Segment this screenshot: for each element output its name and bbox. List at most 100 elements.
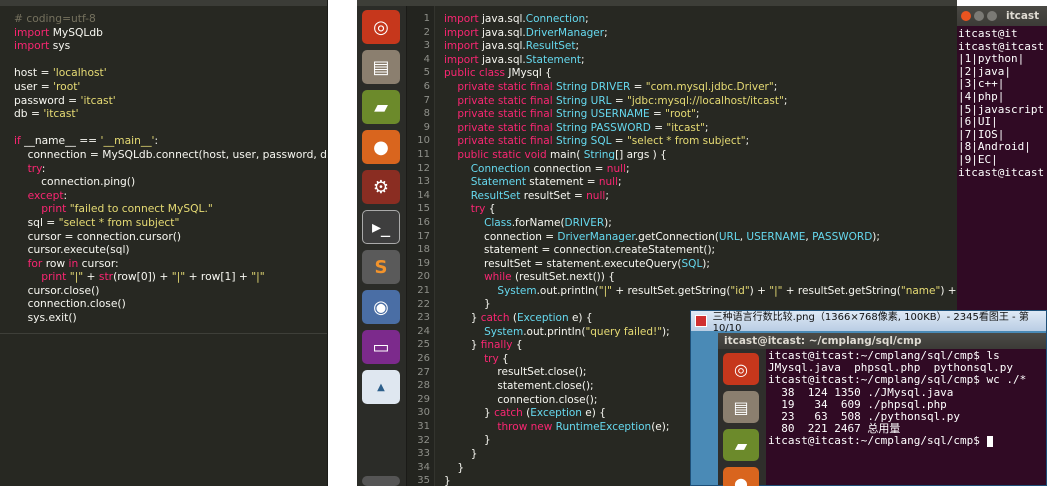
line-number: 15 xyxy=(417,203,430,215)
trash-icon[interactable] xyxy=(362,476,400,486)
chrome-icon[interactable]: ◉ xyxy=(362,290,400,324)
line-number: 10 xyxy=(417,135,430,147)
ubuntu-icon[interactable]: ◎ xyxy=(362,10,400,44)
line-number: 26 xyxy=(417,353,430,364)
code-line: cursor.close() xyxy=(14,283,100,297)
maximize-icon[interactable] xyxy=(987,11,997,21)
settings-icon[interactable]: ⚙ xyxy=(362,170,400,204)
firefox-icon[interactable]: ● xyxy=(362,130,400,164)
line-number: 1 xyxy=(423,13,430,24)
code-line: while (resultSet.next()) { xyxy=(484,271,615,284)
line-number: 11 xyxy=(417,149,430,160)
window-title-strip xyxy=(357,0,957,6)
code-line: if __name__ == '__main__': xyxy=(14,134,159,148)
code-line: private static final String PASSWORD = "… xyxy=(457,121,709,134)
code-line: cursor = connection.cursor() xyxy=(14,229,182,243)
line-number: 7 xyxy=(423,94,430,106)
line-number: 25 xyxy=(417,339,430,351)
line-number: 6 xyxy=(423,81,430,92)
firefox-icon: ● xyxy=(723,467,759,486)
viewer-title: 三种语言行数比较.png（1366×768像素, 100KB）- 2345看图王… xyxy=(712,312,1029,334)
line-number: 21 xyxy=(417,285,430,296)
viewer-titlebar: 三种语言行数比较.png（1366×768像素, 100KB）- 2345看图王… xyxy=(691,311,1046,334)
sublime-icon[interactable]: S xyxy=(362,250,400,284)
line-number: 3 xyxy=(423,40,430,52)
code-line: private static final String DRIVER = "co… xyxy=(457,80,778,93)
code-line: user = 'root' xyxy=(14,79,81,93)
code-line: sys.exit() xyxy=(14,311,77,325)
mysql-workbench-icon[interactable]: ▲ xyxy=(362,370,400,404)
code-line: db = 'itcast' xyxy=(14,107,79,121)
line-number: 13 xyxy=(417,176,430,188)
terminal-line: |6|UI| xyxy=(958,115,998,129)
code-line: statement = connection.createStatement()… xyxy=(444,244,716,257)
terminal-icon[interactable]: ▸_ xyxy=(362,210,400,244)
code-line: print "failed to connect MySQL." xyxy=(41,202,213,216)
code-line: resultSet = statement.executeQuery(SQL); xyxy=(444,257,710,270)
terminal-line: itcast@itcast xyxy=(958,165,1045,179)
line-number: 2 xyxy=(423,26,430,38)
line-number: 31 xyxy=(417,421,430,432)
line-number: 27 xyxy=(417,366,430,378)
python-code[interactable]: # coding=utf-8 import MySQLdb import sys h… xyxy=(14,12,338,325)
line-number: 5 xyxy=(423,67,430,79)
editor-tab-strip xyxy=(0,0,327,6)
ubuntu-launcher: ◎ ▤ ▰ ● ⚙ ▸_ S ◉ ▭ ▲ xyxy=(357,6,407,486)
code-line: try { xyxy=(470,203,496,216)
code-line: Statement statement = null; xyxy=(470,176,622,189)
code-line: connection = DriverManager.getConnection… xyxy=(444,230,880,243)
embedded-terminal-output: itcast@itcast:~/cmplang/sql/cmp$ ls JMysq… xyxy=(766,349,1046,485)
code-line: password = 'itcast' xyxy=(14,93,116,107)
code-line: for row in cursor: xyxy=(27,256,119,270)
terminal-line: |9|EC| xyxy=(958,152,998,166)
line-number: 24 xyxy=(417,325,430,337)
terminal-line: |1|python| xyxy=(958,52,1025,66)
image-viewer-window[interactable]: 三种语言行数比较.png（1366×768像素, 100KB）- 2345看图王… xyxy=(690,310,1047,486)
line-number: 14 xyxy=(417,189,430,201)
gap xyxy=(328,0,357,486)
line-number: 35 xyxy=(417,475,430,486)
line-number-gutter: 1 2 3 4 5 6 7 8 9 10 11 12 13 14 15 16 17 18 19 20 21 22 23 24 2… xyxy=(407,6,435,486)
code-line: connection.close() xyxy=(14,297,126,311)
minimize-icon[interactable] xyxy=(974,11,984,21)
book-icon: ▰ xyxy=(723,429,759,461)
line-number: 8 xyxy=(423,108,430,120)
line-number: 16 xyxy=(417,217,430,228)
code-line: public class JMysql { xyxy=(444,67,552,80)
python-editor[interactable]: # coding=utf-8 import MySQLdb import sys h… xyxy=(0,0,338,486)
files-icon[interactable]: ▤ xyxy=(362,50,400,84)
code-line: private static final String URL = "jdbc:… xyxy=(457,94,788,107)
code-line: Class.forName(DRIVER); xyxy=(484,216,612,229)
line-number: 23 xyxy=(417,312,430,324)
terminal-output[interactable]: itcast@it itcast@itcast |1|python| |2|java|… xyxy=(957,26,1047,179)
terminal-line: itcast@itcast:~/cmplang/sql/cmp$ wc ./* xyxy=(768,373,1027,387)
code-line: except: xyxy=(27,188,68,202)
terminal-line: 38 124 1350 ./JMysql.java xyxy=(768,385,954,399)
embedded-terminal-title: itcast@itcast: ~/cmplang/sql/cmp xyxy=(718,333,1046,349)
line-number: 4 xyxy=(423,53,430,65)
book-icon[interactable]: ▰ xyxy=(362,90,400,124)
code-line: private static final String USERNAME = "… xyxy=(457,108,700,121)
line-number: 22 xyxy=(417,298,430,310)
code-line: # coding=utf-8 xyxy=(14,12,96,25)
code-line: public static void main( String[] args )… xyxy=(457,148,667,161)
divider xyxy=(0,333,327,334)
line-number: 18 xyxy=(417,244,430,256)
viewer-image: itcast@itcast: ~/cmplang/sql/cmp ◎ ▤ ▰ ●… xyxy=(718,333,1046,486)
terminal-line: itcast@it xyxy=(958,27,1018,40)
code-line: import sys xyxy=(14,39,71,53)
code-line: connection = MySQLdb.connect(host, user,… xyxy=(14,147,338,161)
app-icon[interactable]: ▭ xyxy=(362,330,400,364)
code-line: host = 'localhost' xyxy=(14,66,107,80)
close-icon[interactable] xyxy=(961,11,971,21)
code-line: import java.sql.DriverManager; xyxy=(444,26,608,39)
line-number: 12 xyxy=(417,162,430,174)
line-number: 34 xyxy=(417,461,430,473)
terminal-title: itcast xyxy=(1006,10,1040,22)
code-line: import java.sql.Statement; xyxy=(444,53,585,66)
files-icon: ▤ xyxy=(723,391,759,423)
text-cursor xyxy=(986,435,993,447)
code-line: import MySQLdb xyxy=(14,25,103,39)
line-number: 17 xyxy=(417,230,430,242)
